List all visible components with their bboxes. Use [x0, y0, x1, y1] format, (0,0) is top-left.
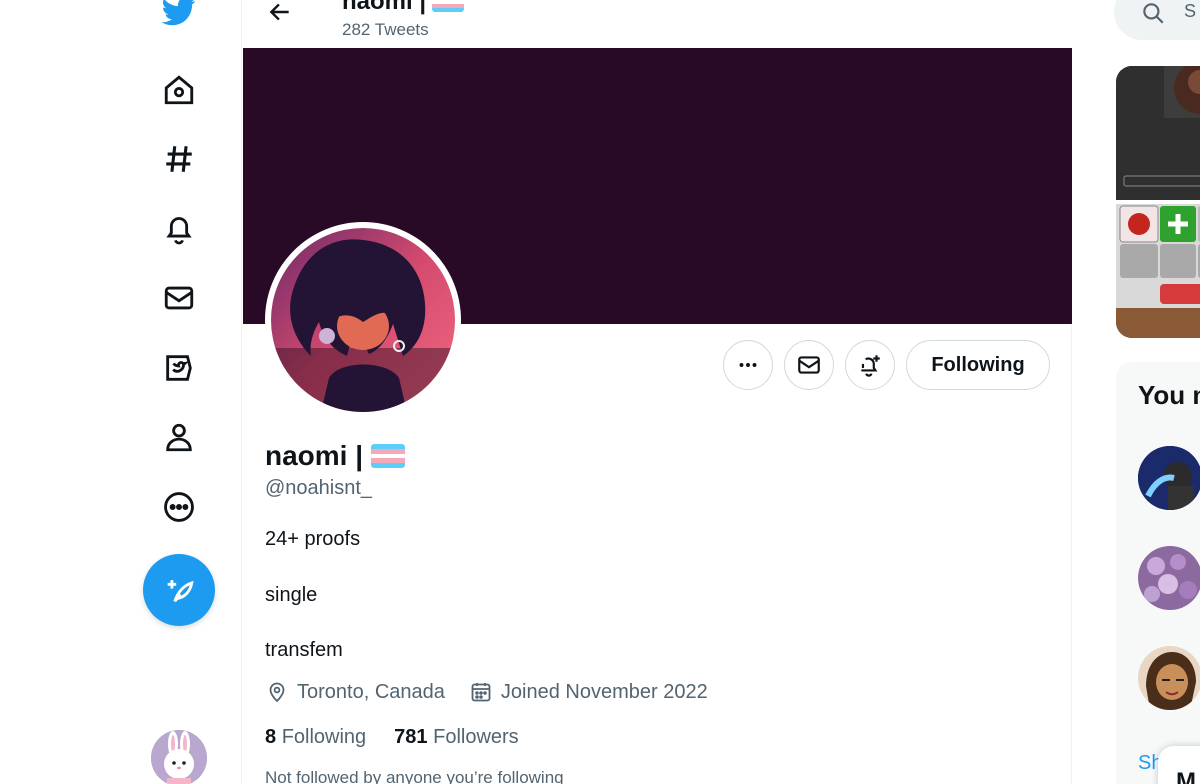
- explore-hashtag-icon[interactable]: [150, 130, 208, 188]
- bio-line: single: [265, 584, 318, 606]
- followers-count-link[interactable]: 781 Followers: [394, 726, 519, 749]
- following-count-link[interactable]: 8 Following: [265, 726, 366, 749]
- account-avatar[interactable]: [151, 730, 207, 784]
- profile-display-name: naomi |: [265, 440, 406, 472]
- twitter-blue-icon[interactable]: [150, 339, 208, 397]
- back-arrow-icon[interactable]: [262, 0, 298, 30]
- search-placeholder: S: [1184, 1, 1197, 21]
- location: Toronto, Canada: [265, 680, 445, 704]
- followers-label: Followers: [433, 726, 519, 748]
- calendar-icon: [471, 683, 491, 702]
- location-pin-icon: [269, 682, 285, 703]
- messages-envelope-icon[interactable]: [150, 269, 208, 327]
- followers-count: 781: [394, 726, 428, 748]
- bio-line: 24+ proofs: [265, 528, 361, 550]
- following-button[interactable]: Following: [906, 340, 1050, 390]
- suggested-user-avatar[interactable]: [1138, 546, 1200, 610]
- trans-flag-emoji: [432, 0, 465, 12]
- quill-plus-icon: [167, 580, 194, 603]
- twitter-logo-icon[interactable]: [150, 0, 208, 40]
- header-name-text: naomi |: [342, 0, 427, 15]
- tweet-count: 282 Tweets: [342, 20, 429, 39]
- bell-plus-icon: [861, 355, 880, 377]
- message-button[interactable]: [784, 340, 834, 390]
- right-sidebar: S You m: [1072, 0, 1200, 784]
- follow-counts: 8 Following 781 Followers: [265, 726, 547, 749]
- trans-flag-emoji: [371, 444, 406, 468]
- more-options-button[interactable]: [723, 340, 773, 390]
- following-count: 8: [265, 726, 277, 748]
- ellipsis-icon: [739, 363, 757, 367]
- notifications-bell-icon[interactable]: [150, 200, 208, 258]
- search-icon: [1143, 3, 1164, 24]
- suggested-user-avatar[interactable]: [1138, 646, 1200, 710]
- compose-tweet-button[interactable]: [143, 554, 215, 626]
- suggested-user-avatar[interactable]: [1138, 446, 1200, 510]
- profile-header-bar: naomi | 282 Tweets: [242, 0, 1072, 48]
- home-icon[interactable]: [150, 61, 208, 119]
- notify-button[interactable]: [845, 340, 895, 390]
- envelope-icon: [798, 356, 820, 374]
- profile-meta: Toronto, Canada Joined November 2022: [265, 680, 732, 704]
- location-text: Toronto, Canada: [297, 680, 445, 703]
- display-name-text: naomi |: [265, 440, 364, 471]
- messages-drawer[interactable]: M: [1158, 746, 1200, 784]
- profile-handle: @noahisnt_: [265, 477, 373, 499]
- joined-date: Joined November 2022: [469, 680, 708, 704]
- not-followed-notice: Not followed by anyone you’re following: [265, 768, 564, 784]
- you-might-like-title: You m: [1138, 380, 1200, 410]
- more-circle-icon[interactable]: [150, 478, 208, 536]
- joined-text: Joined November 2022: [500, 680, 708, 703]
- twitter-profile-page: naomi | 282 Tweets Following naomi | @no…: [0, 0, 1200, 784]
- bio-line: transfem: [265, 639, 343, 661]
- messages-drawer-title: M: [1176, 768, 1196, 784]
- header-name: naomi |: [342, 0, 465, 16]
- profile-person-icon[interactable]: [150, 408, 208, 466]
- profile-media-preview[interactable]: [1116, 66, 1200, 338]
- profile-avatar[interactable]: [265, 222, 461, 418]
- following-label: Following: [281, 726, 367, 748]
- profile-column: naomi | 282 Tweets Following naomi | @no…: [241, 0, 1072, 784]
- left-sidebar: [0, 0, 241, 784]
